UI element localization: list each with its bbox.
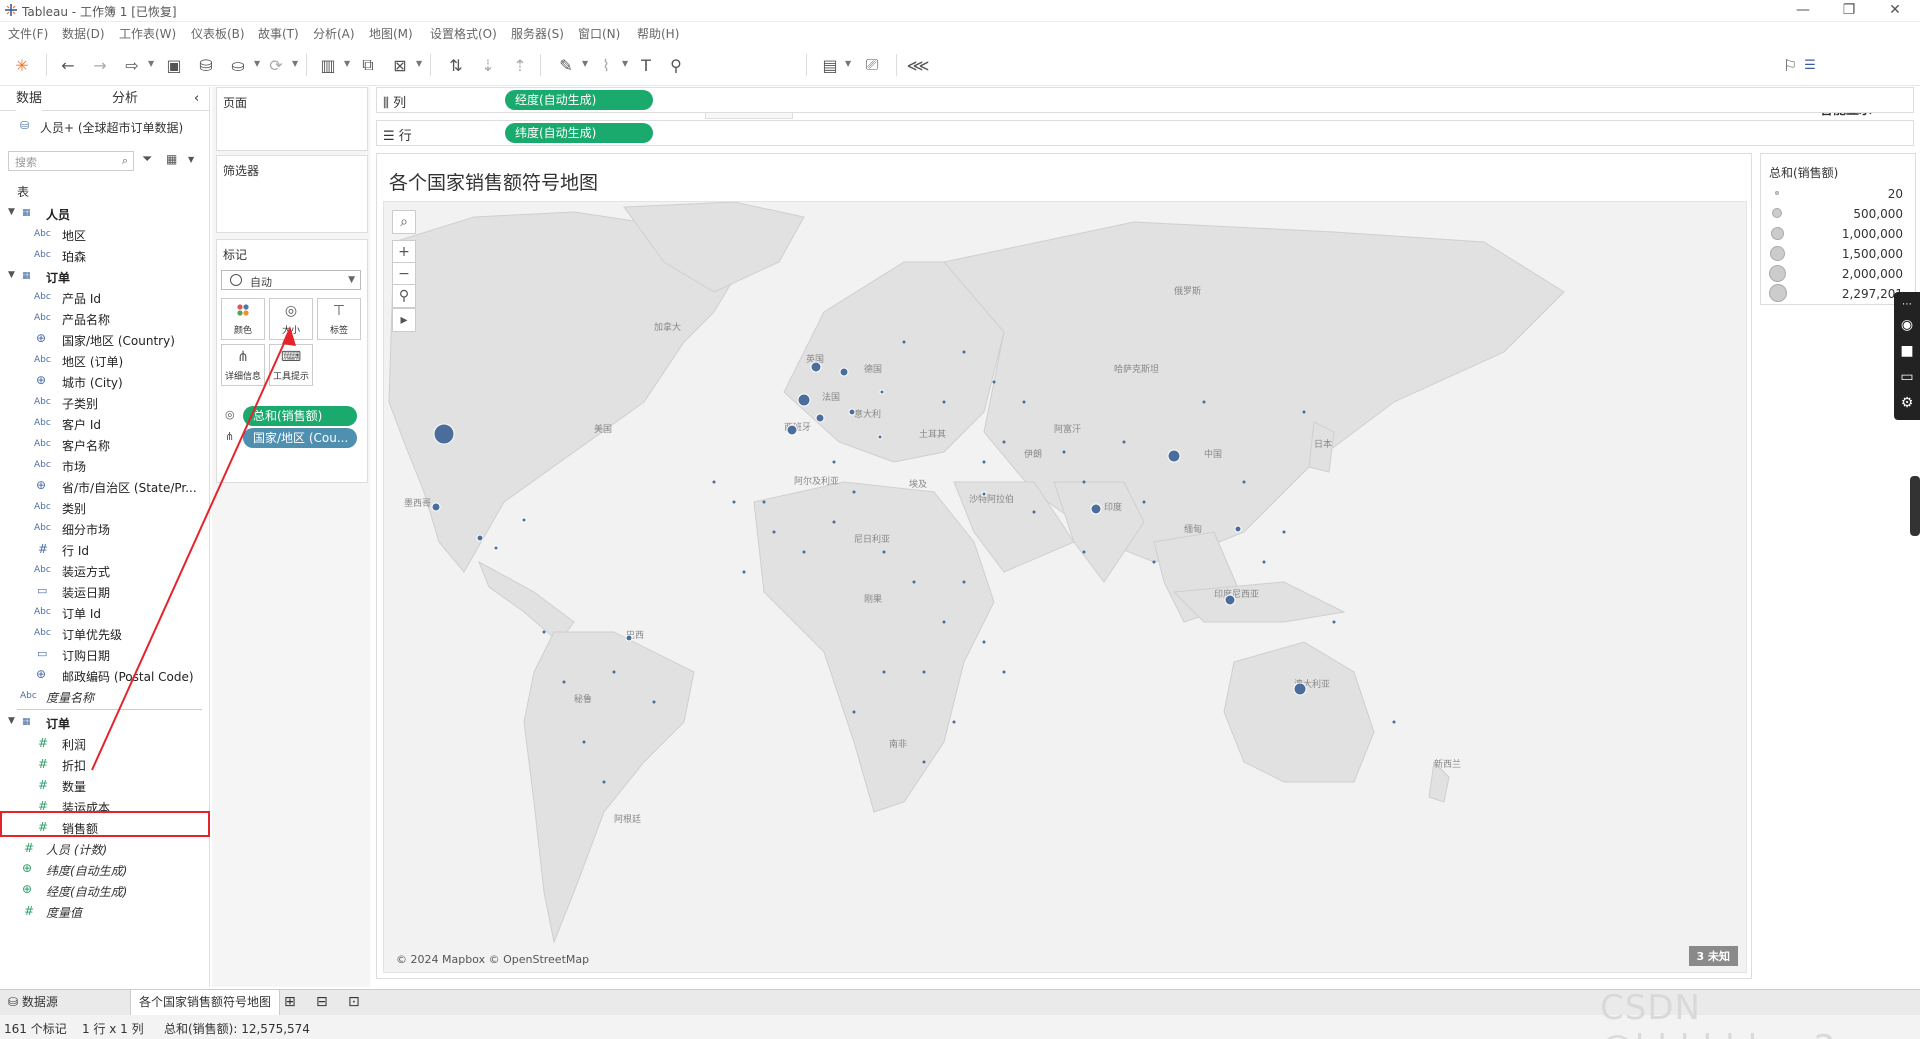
- tableau-app: Tableau - 工作簿 1 [已恢复] — ❐ ✕ 文件(F) 数据(D) …: [0, 0, 1920, 1039]
- red-arrow-head: [282, 326, 296, 346]
- red-arrow-line: [91, 329, 291, 771]
- annotation-arrow-layer: [91, 326, 296, 771]
